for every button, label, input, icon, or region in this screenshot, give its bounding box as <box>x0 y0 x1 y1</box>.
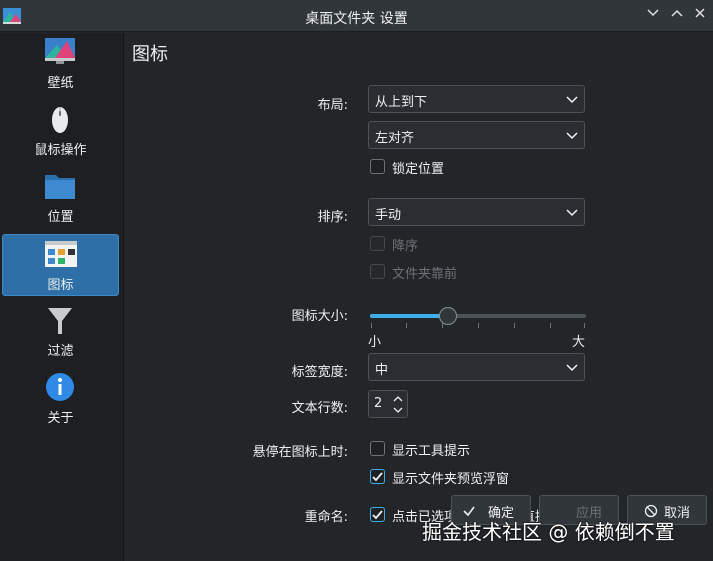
layout-value: 从上到下 <box>375 95 428 110</box>
checkbox-box <box>370 507 385 522</box>
lock-position-checkbox[interactable]: 锁定位置 <box>370 158 570 177</box>
sidebar-item-about[interactable]: 关于 <box>2 368 119 430</box>
chevron-down-icon[interactable] <box>392 405 404 415</box>
folder-preview-label: 显示文件夹预览浮窗 <box>392 472 510 487</box>
sidebar-item-label: 图标 <box>47 278 74 293</box>
sidebar-item-wallpaper[interactable]: 壁纸 <box>2 33 119 95</box>
checkbox-box <box>370 159 385 174</box>
sidebar-item-label: 过滤 <box>47 344 74 359</box>
rename-label: 重命名: <box>304 510 348 525</box>
slider-fill <box>370 314 448 318</box>
icon-size-slider[interactable] <box>370 307 586 339</box>
folder-icon <box>45 175 75 199</box>
chevron-down-icon <box>566 96 578 104</box>
checkbox-box <box>370 264 385 279</box>
chevron-up-icon <box>671 9 683 17</box>
maximize-button[interactable] <box>667 6 687 26</box>
layout-label: 布局: <box>317 98 348 113</box>
text-lines-value: 2 <box>374 396 383 411</box>
close-button[interactable] <box>690 6 710 26</box>
sidebar-item-icons[interactable]: 图标 <box>2 234 119 296</box>
monitor-wallpaper-icon <box>45 38 75 64</box>
slider-tick <box>406 323 407 328</box>
show-tooltip-checkbox[interactable]: 显示工具提示 <box>370 440 570 459</box>
sort-value: 手动 <box>375 208 402 223</box>
slider-tick <box>550 323 551 328</box>
lock-position-label: 锁定位置 <box>392 162 445 177</box>
minimize-button[interactable] <box>643 6 663 26</box>
folders-first-label: 文件夹靠前 <box>392 267 458 282</box>
sidebar-item-filter[interactable]: 过滤 <box>2 301 119 363</box>
close-icon <box>695 8 705 18</box>
text-lines-spinbox[interactable]: 2 <box>368 390 408 418</box>
folder-preview-checkbox[interactable]: 显示文件夹预览浮窗 <box>370 468 590 487</box>
slider-tick <box>514 323 515 328</box>
checkbox-box <box>370 236 385 251</box>
settings-page: 图标 布局: 从上到下 左对齐 锁定位置 排序: 手动 降序 文件夹靠前 图标大… <box>125 33 713 561</box>
slider-tick <box>371 323 372 328</box>
slider-tick <box>584 323 585 328</box>
label-width-combo[interactable]: 中 <box>368 353 585 381</box>
show-tooltip-label: 显示工具提示 <box>392 444 471 459</box>
align-combo[interactable]: 左对齐 <box>368 121 585 149</box>
sort-label: 排序: <box>317 210 348 225</box>
info-icon <box>46 373 74 401</box>
sidebar-item-label: 关于 <box>47 411 74 426</box>
folders-first-checkbox[interactable]: 文件夹靠前 <box>370 263 570 282</box>
window-title: 桌面文件夹 设置 <box>305 11 408 27</box>
sort-combo[interactable]: 手动 <box>368 198 585 226</box>
sidebar-item-label: 壁纸 <box>47 76 74 91</box>
label-width-value: 中 <box>375 363 389 378</box>
label-width-label: 标签宽度: <box>291 365 348 380</box>
chevron-down-icon <box>566 209 578 217</box>
sidebar-item-label: 位置 <box>47 210 74 225</box>
icon-size-min-label: 小 <box>368 335 382 350</box>
icon-size-max-label: 大 <box>572 335 586 350</box>
layout-combo[interactable]: 从上到下 <box>368 85 585 113</box>
checkbox-box <box>370 441 385 456</box>
title-bar: 桌面文件夹 设置 <box>0 0 713 32</box>
page-title: 图标 <box>132 44 168 65</box>
icon-size-label: 图标大小: <box>291 309 348 324</box>
slider-tick <box>478 323 479 328</box>
chevron-down-icon <box>647 9 659 17</box>
check-icon <box>372 510 383 520</box>
sidebar-item-label: 鼠标操作 <box>34 143 87 158</box>
checkbox-box <box>370 469 385 484</box>
text-lines-label: 文本行数: <box>291 401 348 416</box>
check-icon <box>372 472 383 482</box>
chevron-up-icon[interactable] <box>392 394 404 404</box>
mouse-icon <box>52 107 68 133</box>
icons-icon <box>45 241 77 267</box>
align-value: 左对齐 <box>375 131 415 146</box>
slider-handle[interactable] <box>439 307 457 325</box>
chevron-down-icon <box>566 132 578 140</box>
hover-label: 悬停在图标上时: <box>252 445 348 460</box>
sidebar-item-mouse-actions[interactable]: 鼠标操作 <box>2 100 119 162</box>
descending-label: 降序 <box>392 239 419 254</box>
sidebar-item-location[interactable]: 位置 <box>2 167 119 229</box>
descending-checkbox[interactable]: 降序 <box>370 235 570 254</box>
watermark: 掘金技术社区 @ 依赖倒不置 <box>422 520 675 544</box>
chevron-down-icon <box>566 364 578 372</box>
funnel-icon <box>48 308 72 334</box>
sidebar: 壁纸 鼠标操作 位置 图标 过滤 关于 <box>0 33 124 561</box>
